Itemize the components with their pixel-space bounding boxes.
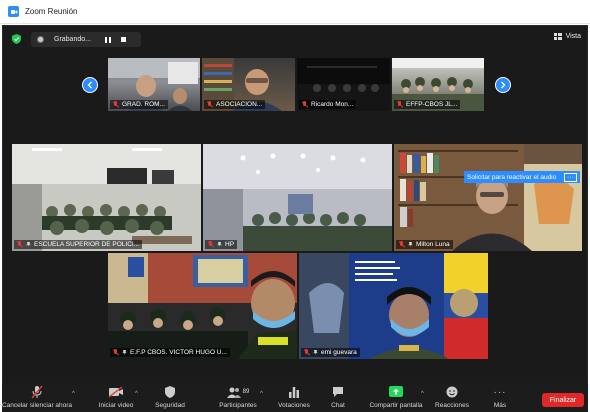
chevron-left-icon — [87, 81, 92, 89]
title-bar: Zoom Reunión — [0, 0, 590, 24]
pin-icon — [122, 349, 127, 356]
participant-name-tag: EFFP-CBOS JL... — [394, 100, 461, 109]
participant-name-tag: HP — [205, 240, 238, 249]
end-meeting-button[interactable]: Finalizar — [542, 393, 584, 407]
gallery-view-icon — [553, 33, 562, 40]
participants-icon: 89 — [226, 385, 250, 399]
participant-name: emi guevara — [321, 349, 357, 356]
carousel-prev-button[interactable] — [82, 77, 98, 93]
participant-name: GRAD. ROM... — [122, 101, 165, 108]
participant-name-tag: Ricardo Mon... — [299, 100, 357, 109]
view-label: Vista — [565, 33, 581, 40]
video-tile[interactable]: EFFP-CBOS JL... — [392, 58, 484, 111]
shield-icon — [165, 385, 175, 399]
video-tile[interactable]: Ricardo Mon... — [297, 58, 390, 111]
chat-label: Chat — [331, 402, 345, 409]
reactions-label: Reacciones — [435, 402, 469, 409]
video-tile[interactable]: emi guevara — [299, 253, 488, 359]
more-options-button[interactable]: ··· — [564, 172, 577, 182]
view-button[interactable]: Vista — [553, 33, 581, 40]
unmute-request-banner[interactable]: Solicitar para reactivar el audio ··· — [464, 171, 580, 183]
mic-muted-icon — [113, 349, 119, 356]
video-options-caret-icon[interactable]: ^ — [135, 391, 138, 397]
mic-muted-icon — [399, 241, 405, 248]
mic-muted-icon — [302, 101, 308, 108]
mic-muted-icon — [113, 101, 119, 108]
video-off-icon — [108, 385, 124, 399]
share-screen-icon — [389, 385, 403, 399]
mic-muted-icon — [304, 349, 310, 356]
unmute-button[interactable]: Cancelar silenciar ahora — [2, 385, 72, 409]
share-screen-label: Compartir pantalla — [369, 402, 423, 409]
security-button[interactable]: Seguridad — [140, 385, 200, 409]
participant-count: 89 — [242, 389, 250, 395]
participant-name: ESCUELA SUPERIOR DE POLICI... — [34, 241, 140, 248]
window-title: Zoom Reunión — [25, 7, 78, 16]
recording-indicator: Grabando... — [31, 32, 141, 47]
recording-label: Grabando... — [54, 36, 91, 43]
participant-name: E.F.P CBOS. VICTOR HUGO U... — [130, 349, 227, 356]
participants-options-caret-icon[interactable]: ^ — [260, 391, 263, 397]
carousel-next-button[interactable] — [495, 77, 511, 93]
mic-muted-icon — [17, 241, 23, 248]
video-tile[interactable]: ESCUELA SUPERIOR DE POLICI... — [12, 144, 201, 251]
participant-name-tag: ASOCIACIÓN... — [204, 100, 266, 109]
unmute-label: Cancelar silenciar ahora — [1, 402, 73, 409]
pin-icon — [217, 241, 222, 248]
pin-icon — [313, 349, 318, 356]
mic-muted-icon — [397, 101, 403, 108]
meeting-toolbar: Cancelar silenciar ahora ^ Iniciar video… — [2, 383, 588, 412]
participants-label: Participantes — [219, 402, 257, 409]
mic-muted-icon — [31, 385, 43, 399]
participant-name: Ricardo Mon... — [311, 101, 354, 108]
zoom-app-icon — [8, 6, 19, 17]
participant-name: EFFP-CBOS JL... — [406, 101, 458, 108]
recording-dot-icon — [37, 36, 44, 43]
more-icon: ··· — [493, 386, 507, 398]
more-button[interactable]: ··· Más — [470, 385, 530, 410]
participant-name: HP — [225, 241, 235, 248]
security-shield-icon[interactable] — [12, 34, 21, 44]
participant-name-tag: ESCUELA SUPERIOR DE POLICI... — [14, 240, 143, 249]
unmute-request-text: Solicitar para reactivar el audio — [467, 173, 557, 181]
video-tile[interactable]: GRAD. ROM... — [108, 58, 200, 111]
participant-name: Milton Luna — [416, 241, 450, 248]
share-screen-button[interactable]: Compartir pantalla — [366, 385, 426, 409]
video-tile[interactable]: Milton Luna — [394, 144, 582, 251]
pause-recording-icon[interactable] — [104, 36, 111, 43]
meeting-top-strip: Grabando... Vista — [3, 26, 587, 52]
participant-name-tag: E.F.P CBOS. VICTOR HUGO U... — [110, 348, 230, 357]
chat-button[interactable]: Chat — [308, 385, 368, 409]
participant-name: ASOCIACIÓN... — [216, 101, 263, 108]
security-label: Seguridad — [155, 402, 185, 409]
start-video-label: Iniciar video — [98, 402, 134, 409]
polls-label: Votaciones — [278, 402, 310, 409]
stop-recording-icon[interactable] — [120, 37, 126, 42]
video-tile[interactable]: E.F.P CBOS. VICTOR HUGO U... — [108, 253, 297, 359]
pin-icon — [26, 241, 31, 248]
audio-options-caret-icon[interactable]: ^ — [72, 391, 75, 397]
reactions-icon — [446, 385, 458, 399]
mic-muted-icon — [208, 241, 214, 248]
mic-muted-icon — [207, 101, 213, 108]
participants-button[interactable]: 89 Participantes — [208, 385, 268, 409]
meeting-area: Grabando... Vista GRAD. ROM... ASOCIACIÓ… — [2, 25, 588, 412]
video-tile[interactable]: ASOCIACIÓN... — [202, 58, 295, 111]
more-label: Más — [493, 402, 507, 409]
pin-icon — [408, 241, 413, 248]
chat-icon — [332, 385, 344, 399]
participant-name-tag: Milton Luna — [396, 240, 453, 249]
participant-name-tag: GRAD. ROM... — [110, 100, 168, 109]
participant-name-tag: emi guevara — [301, 348, 360, 357]
chevron-right-icon — [501, 81, 506, 89]
start-video-button[interactable]: Iniciar video — [86, 385, 146, 409]
polls-icon — [288, 385, 300, 399]
video-tile[interactable]: HP — [203, 144, 392, 251]
